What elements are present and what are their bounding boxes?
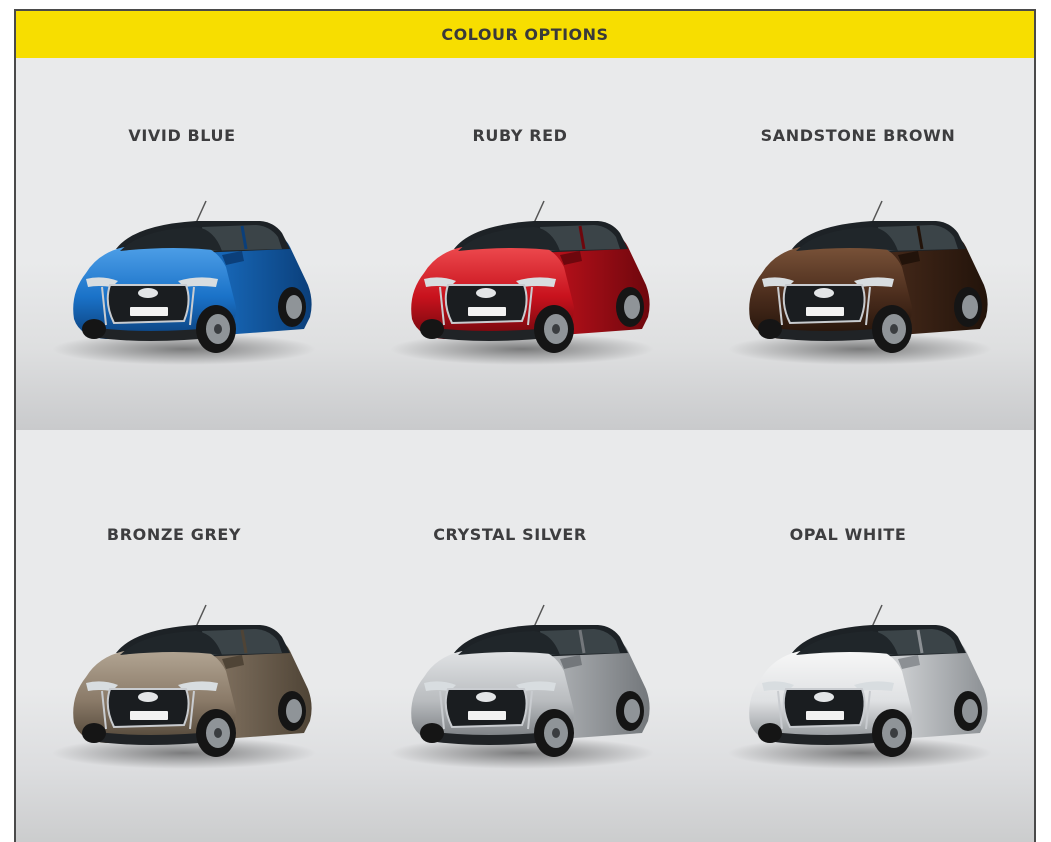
colour-label-crystal-silver: CRYSTAL SILVER [433,525,587,544]
colour-options-frame: COLOUR OPTIONS VIVID BLUE RUBY RED SANDS… [14,9,1036,842]
header-title: COLOUR OPTIONS [441,25,609,44]
colour-options-header: COLOUR OPTIONS [16,11,1034,59]
car-image-crystal-silver[interactable] [384,593,654,773]
colour-label-opal-white: OPAL WHITE [789,525,907,544]
car-image-vivid-blue[interactable] [46,189,316,369]
car-image-sandstone-brown[interactable] [722,189,992,369]
car-image-bronze-grey[interactable] [46,593,316,773]
car-image-ruby-red[interactable] [384,189,654,369]
car-image-opal-white[interactable] [722,593,992,773]
colour-label-vivid-blue: VIVID BLUE [128,126,236,145]
colour-label-ruby-red: RUBY RED [472,126,568,145]
colour-label-bronze-grey: BRONZE GREY [106,525,242,544]
colour-label-sandstone-brown: SANDSTONE BROWN [760,126,956,145]
